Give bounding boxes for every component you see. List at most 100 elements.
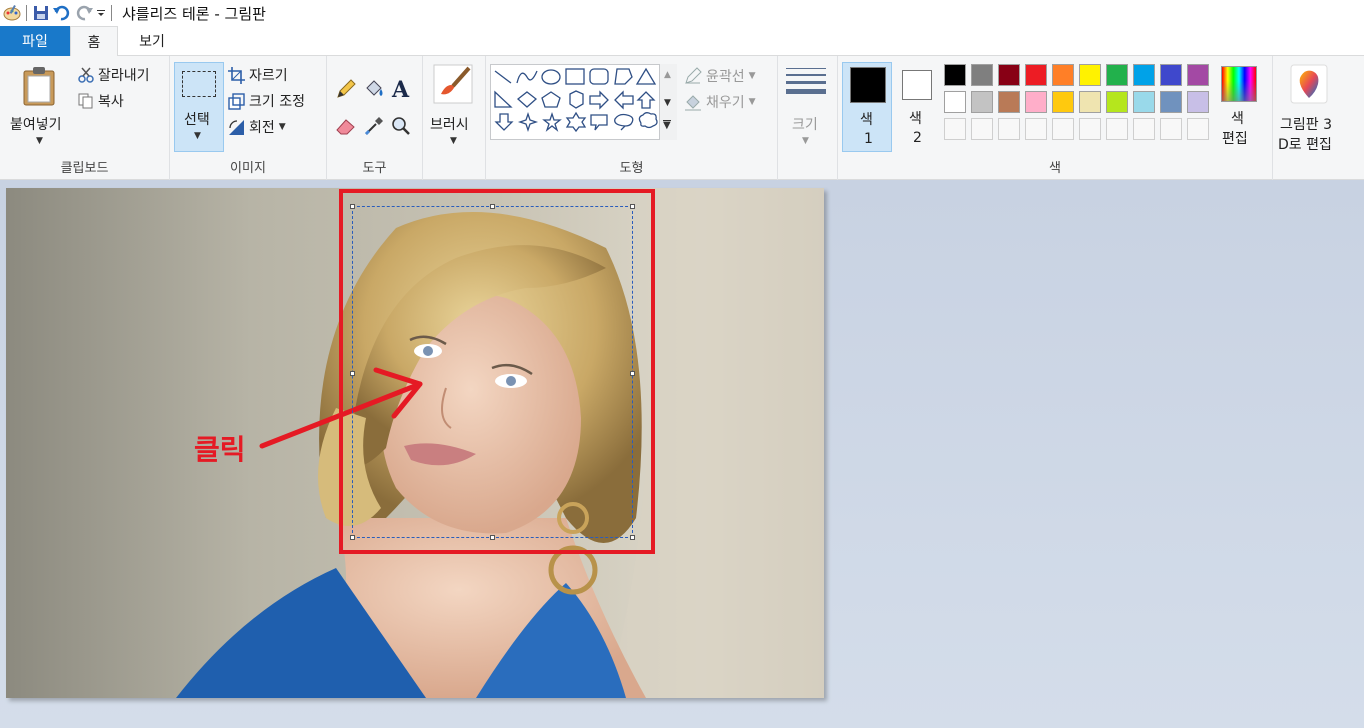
click-annotation-label: 클릭 — [194, 433, 246, 466]
palette-swatch[interactable] — [1079, 64, 1101, 86]
eraser-icon[interactable] — [335, 116, 357, 136]
tab-view[interactable]: 보기 — [122, 26, 182, 56]
palette-swatch[interactable] — [971, 91, 993, 113]
palette-swatch[interactable] — [1133, 91, 1155, 113]
palette-swatch[interactable] — [1052, 91, 1074, 113]
palette-swatch[interactable] — [1079, 91, 1101, 113]
palette-swatch[interactable] — [1187, 64, 1209, 86]
text-icon[interactable]: A — [390, 77, 412, 101]
custom-color-slot[interactable] — [1160, 118, 1182, 140]
palette-swatch[interactable] — [1133, 64, 1155, 86]
custom-color-slot[interactable] — [1133, 118, 1155, 140]
palette-swatch[interactable] — [998, 64, 1020, 86]
right-arrow-shape-icon — [589, 90, 609, 110]
palette-swatch[interactable] — [944, 91, 966, 113]
paint3d-icon — [1290, 64, 1328, 104]
edit-with-paint3d-button[interactable]: 그림판 3 D로 편집 — [1276, 62, 1344, 162]
edit-colors-icon — [1221, 66, 1257, 102]
edit-colors-button[interactable]: 색 편집 — [1216, 62, 1262, 152]
size-button[interactable]: 크기 ▼ — [782, 62, 832, 152]
paint-app-icon[interactable] — [2, 3, 22, 23]
color2-button[interactable]: 색 2 — [896, 62, 938, 152]
custom-color-slot[interactable] — [998, 118, 1020, 140]
save-icon[interactable] — [31, 3, 51, 23]
triangle-shape-icon — [635, 67, 657, 85]
brushes-label: 브러시 — [430, 117, 469, 133]
diamond-shape-icon — [516, 91, 538, 108]
outline-button[interactable]: 윤곽선 ▼ — [684, 66, 756, 86]
tab-file[interactable]: 파일 — [0, 26, 70, 56]
tab-home[interactable]: 홈 — [70, 26, 118, 57]
palette-swatch[interactable] — [1187, 91, 1209, 113]
pencil-icon[interactable] — [335, 78, 357, 100]
customize-toolbar-icon[interactable] — [95, 3, 107, 23]
rotate-icon — [229, 119, 244, 135]
palette-swatch[interactable] — [1106, 64, 1128, 86]
palette-swatch[interactable] — [1052, 64, 1074, 86]
custom-color-slot[interactable] — [1025, 118, 1047, 140]
up-arrow-shape-icon — [636, 91, 656, 109]
paint3d-label-1: 그림판 3 — [1280, 117, 1332, 133]
scroll-up-icon[interactable]: ▲ — [664, 70, 671, 80]
outline-label: 윤곽선 — [706, 69, 745, 85]
palette-swatch[interactable] — [1160, 64, 1182, 86]
window-title: 샤를리즈 테론 - 그림판 — [122, 4, 266, 23]
crop-label: 자르기 — [249, 68, 288, 84]
clipboard-icon — [23, 67, 55, 106]
custom-color-slot[interactable] — [1106, 118, 1128, 140]
rotate-label: 회전 — [249, 120, 275, 136]
cut-button[interactable]: 잘라내기 — [78, 65, 150, 85]
brushes-group: 브러시 ▼ — [423, 56, 486, 180]
undo-icon[interactable] — [51, 3, 71, 23]
color1-button[interactable]: 색 1 — [842, 62, 892, 152]
custom-color-slot[interactable] — [1187, 118, 1209, 140]
rounded-rect-shape-icon — [589, 68, 609, 85]
custom-color-slot[interactable] — [1052, 118, 1074, 140]
palette-swatch[interactable] — [1160, 91, 1182, 113]
gallery-expand-icon[interactable]: ▼ — [663, 120, 671, 131]
paste-button[interactable]: 붙여넣기 ▼ — [6, 62, 72, 148]
shapes-scrollbar[interactable]: ▲ ▼ ▼ — [659, 64, 677, 140]
colors-group: 색 1 색 2 색 편집 색 — [838, 56, 1273, 180]
palette-swatch[interactable] — [998, 91, 1020, 113]
palette-swatch[interactable] — [971, 64, 993, 86]
rotate-button[interactable]: 회전 ▼ — [228, 117, 286, 137]
fill-button[interactable]: 채우기 ▼ — [684, 92, 756, 112]
brush-icon — [433, 64, 473, 104]
redo-icon[interactable] — [75, 3, 95, 23]
size-lines-icon — [786, 68, 826, 94]
tools-group: A 도구 — [327, 56, 423, 180]
fill-bucket-icon[interactable] — [363, 78, 385, 100]
scroll-down-icon[interactable]: ▼ — [664, 98, 671, 108]
image-group-label: 이미지 — [230, 161, 266, 176]
crop-button[interactable]: 자르기 — [228, 65, 288, 85]
paste-dropdown-icon: ▼ — [36, 136, 43, 146]
custom-color-slot[interactable] — [971, 118, 993, 140]
select-button[interactable]: 선택 ▼ — [174, 62, 224, 152]
palette-swatch[interactable] — [944, 64, 966, 86]
custom-color-slot[interactable] — [944, 118, 966, 140]
callout-cloud-shape-icon — [638, 112, 658, 129]
select-dropdown-icon: ▼ — [194, 131, 201, 141]
color-palette — [944, 64, 1216, 144]
custom-color-slot[interactable] — [1079, 118, 1101, 140]
fill-dropdown-icon: ▼ — [748, 97, 756, 107]
ribbon: 붙여넣기 ▼ 잘라내기 복사 클립보드 선택 ▼ 자르기 크기 조정 회전 ▼ … — [0, 56, 1364, 180]
shapes-icons — [494, 67, 658, 133]
shapes-group-label: 도형 — [619, 161, 644, 176]
four-point-star-shape-icon — [517, 111, 539, 133]
svg-text:A: A — [391, 77, 410, 101]
right-triangle-shape-icon — [494, 90, 513, 108]
color-picker-icon[interactable] — [363, 115, 385, 137]
clipboard-group: 붙여넣기 ▼ 잘라내기 복사 클립보드 — [0, 56, 170, 180]
palette-swatch[interactable] — [1106, 91, 1128, 113]
resize-button[interactable]: 크기 조정 — [228, 91, 305, 111]
title-bar: 샤를리즈 테론 - 그림판 — [0, 0, 1364, 26]
palette-swatch[interactable] — [1025, 64, 1047, 86]
magnifier-icon[interactable] — [390, 115, 412, 137]
copy-button[interactable]: 복사 — [78, 91, 124, 111]
brushes-button[interactable]: 브러시 ▼ — [427, 62, 481, 152]
color1-swatch — [850, 67, 886, 103]
down-arrow-shape-icon — [494, 113, 514, 131]
palette-swatch[interactable] — [1025, 91, 1047, 113]
